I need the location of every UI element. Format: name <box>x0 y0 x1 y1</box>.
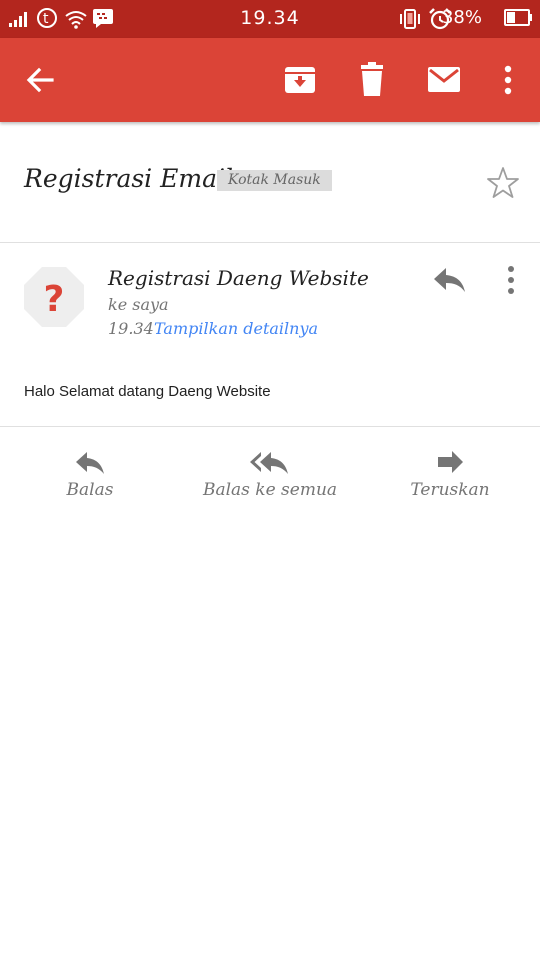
subject-header: Registrasi Email Kotak Masuk <box>0 122 540 242</box>
reply-action-button[interactable]: Balas <box>0 446 180 516</box>
vibrate-icon <box>400 9 420 29</box>
battery-icon <box>504 9 532 26</box>
more-vert-icon <box>508 266 514 294</box>
reply-all-icon <box>250 452 288 474</box>
forward-action-button[interactable]: Teruskan <box>360 446 540 516</box>
back-button[interactable] <box>18 58 62 102</box>
battery-percent: 38% <box>441 7 482 28</box>
app-toolbar <box>0 38 540 122</box>
archive-icon <box>285 67 315 93</box>
divider <box>0 242 540 243</box>
status-bar: t 19.34 38% <box>0 0 540 38</box>
reply-all-label: Balas ke semua <box>202 480 338 500</box>
mark-unread-button[interactable] <box>422 58 466 102</box>
reply-icon <box>76 452 104 474</box>
reply-label: Balas <box>66 480 114 500</box>
recipients-text: ke saya <box>108 295 169 314</box>
message-more-button[interactable] <box>496 262 526 298</box>
archive-button[interactable] <box>278 58 322 102</box>
message-time: 19.34 <box>108 319 154 338</box>
sender-name: Registrasi Daeng Website <box>108 266 369 290</box>
delete-icon <box>361 62 383 96</box>
email-subject: Registrasi Email <box>24 164 233 193</box>
divider <box>0 426 540 427</box>
show-details-link[interactable]: Tampilkan detailnya <box>154 319 318 338</box>
reply-icon <box>434 268 465 292</box>
avatar-glyph: ? <box>44 279 65 320</box>
inbox-label-chip[interactable]: Kotak Masuk <box>217 170 332 191</box>
forward-label: Teruskan <box>410 480 490 500</box>
forward-icon <box>438 451 463 473</box>
more-vert-icon <box>504 65 512 95</box>
more-options-button[interactable] <box>486 58 530 102</box>
reply-button[interactable] <box>432 264 468 296</box>
back-arrow-icon <box>26 67 54 93</box>
mark-unread-icon <box>428 67 460 92</box>
email-body: Halo Selamat datang Daeng Website <box>24 383 271 400</box>
delete-button[interactable] <box>350 58 394 102</box>
sender-avatar[interactable]: ? <box>24 267 84 327</box>
reply-all-action-button[interactable]: Balas ke semua <box>180 446 360 516</box>
star-icon[interactable] <box>486 166 520 200</box>
